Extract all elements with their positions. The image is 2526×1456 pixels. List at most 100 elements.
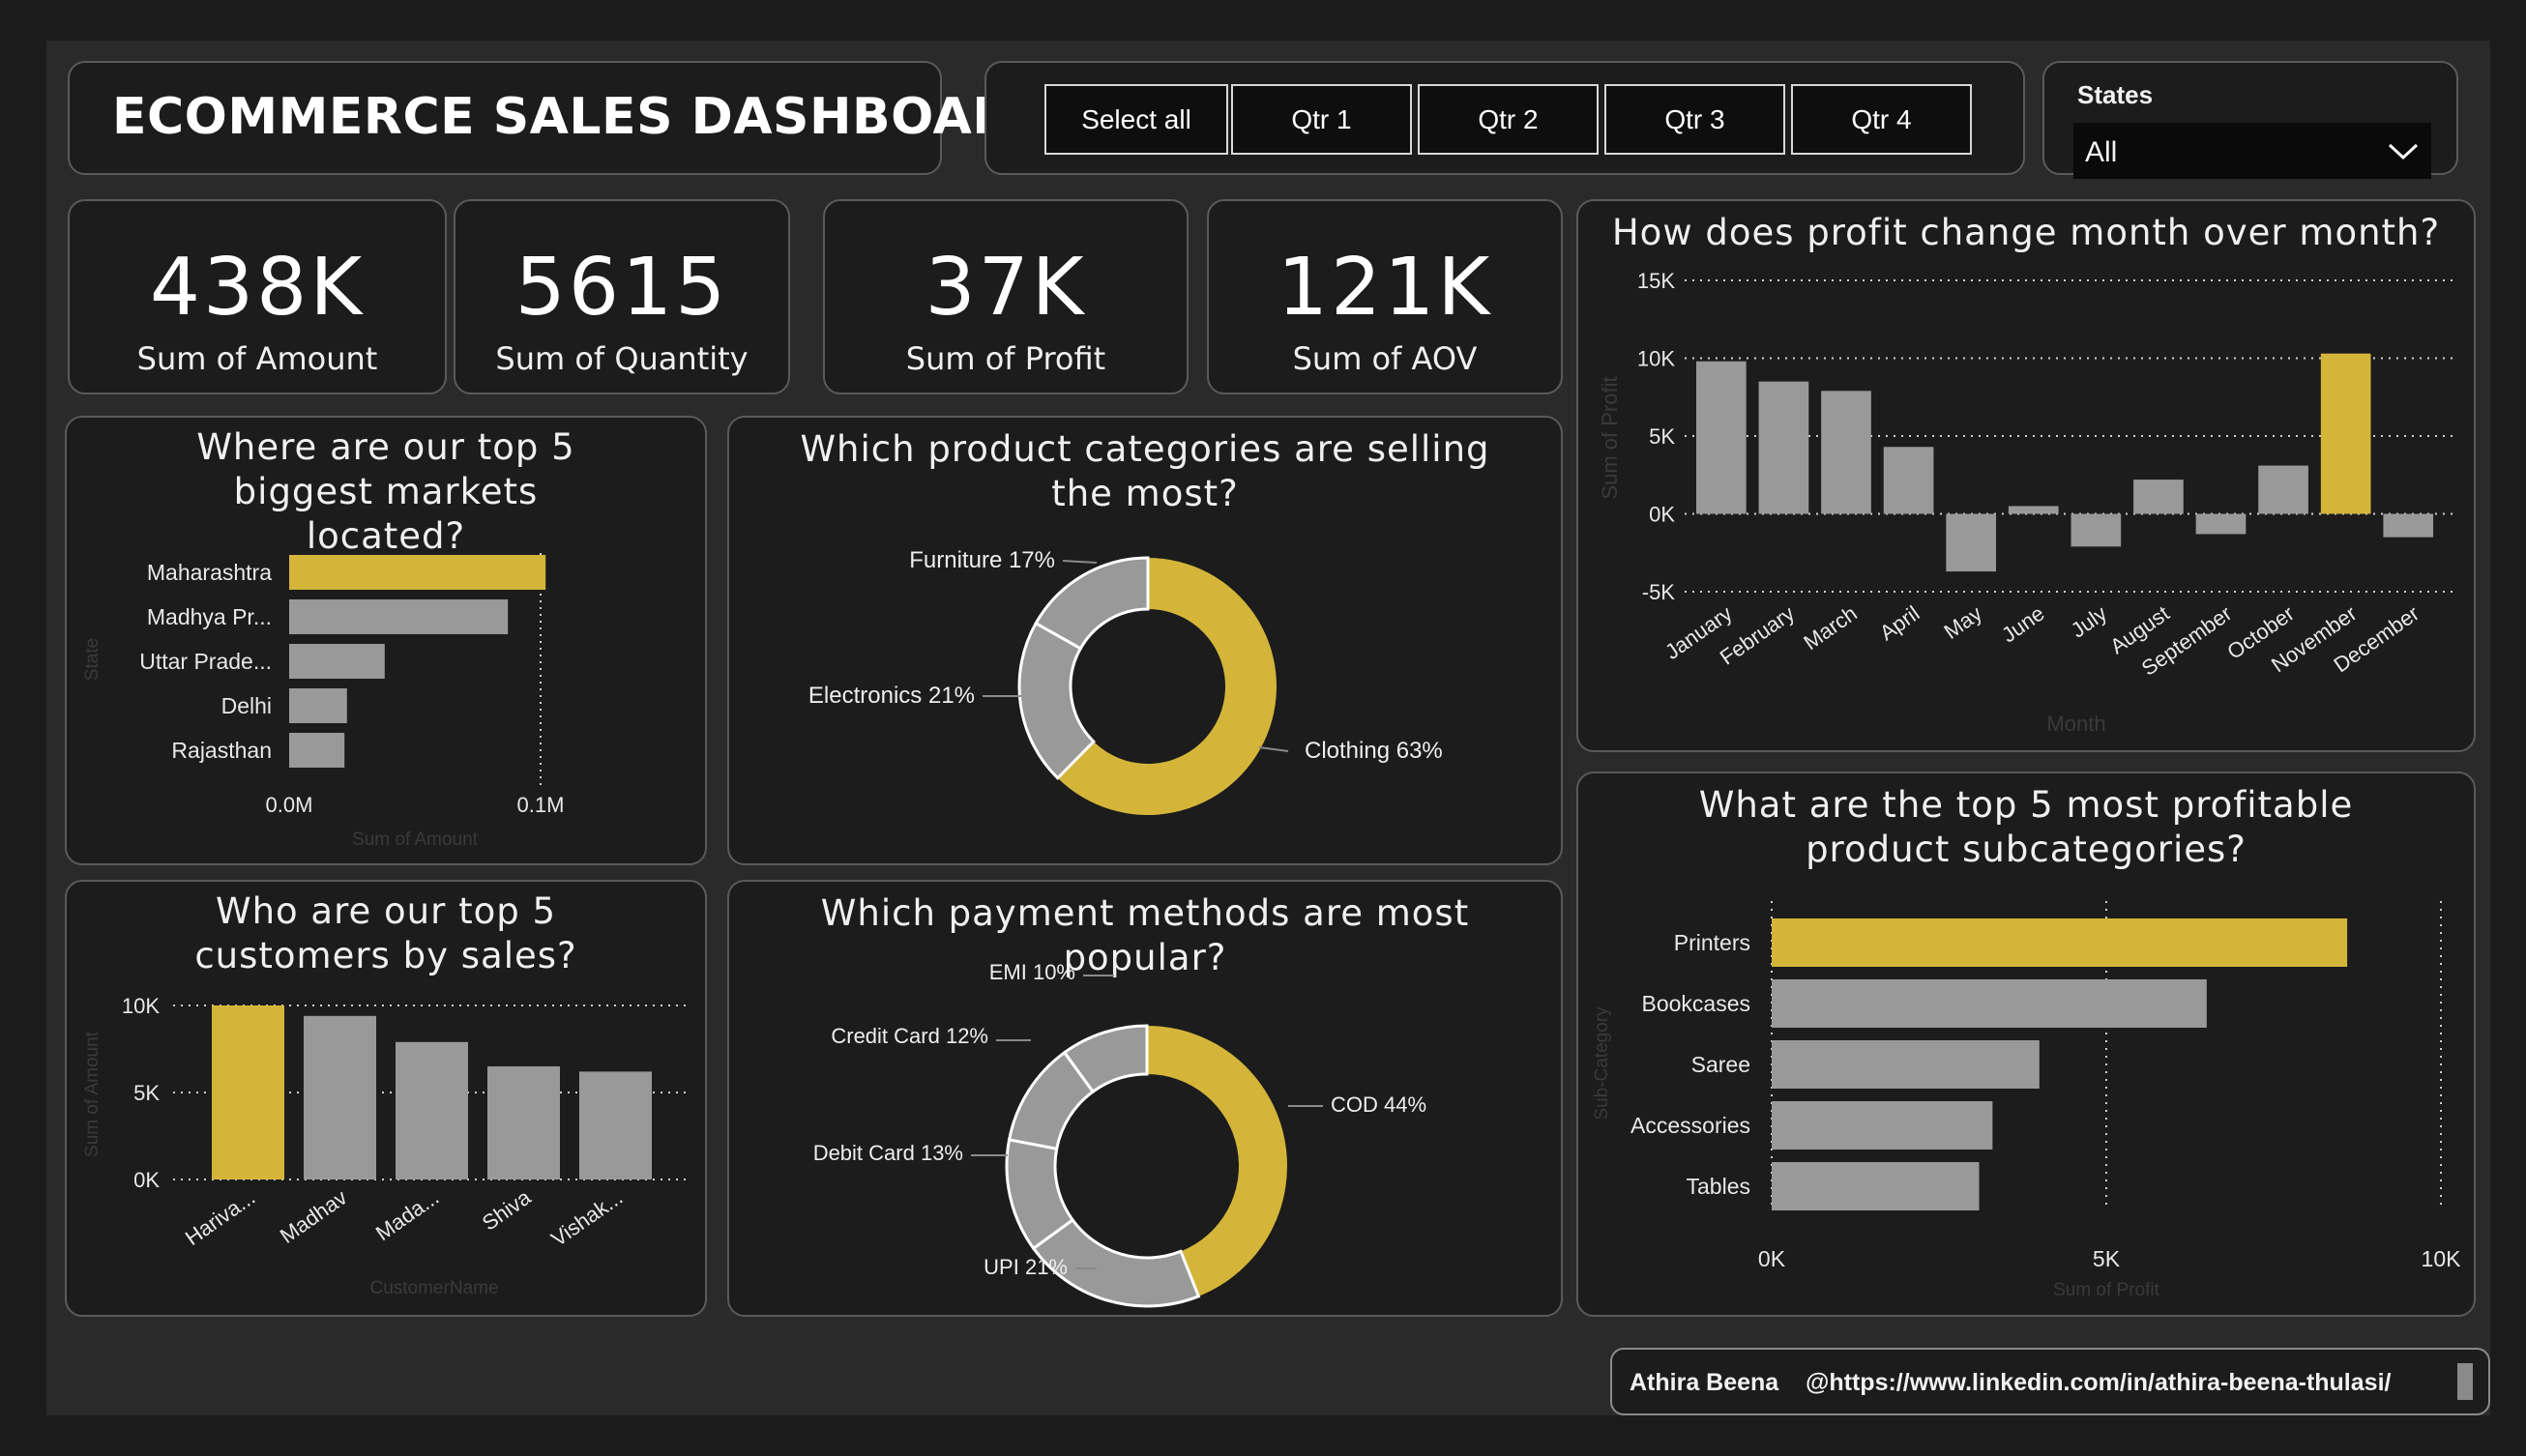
bar (304, 1015, 376, 1179)
kpi-card-aov: 121K Sum of AOV (1207, 199, 1563, 394)
kpi-label: Sum of Quantity (495, 340, 749, 377)
data-label: Furniture 17% (909, 547, 1055, 573)
bar (2133, 480, 2184, 514)
tick-label: 0.1M (517, 793, 565, 817)
customer-label: Madhav (276, 1185, 351, 1248)
scrollbar-thumb[interactable] (2457, 1363, 2473, 1400)
bar (2383, 513, 2434, 538)
tick-label: -5K (1642, 580, 1676, 604)
y-axis-label: State (82, 638, 103, 681)
customers-chart: 0K 5K 10K Hariva... Madhav Mada... Shiva Vishak… (82, 994, 686, 1298)
bar (396, 1041, 468, 1179)
customer-label: Vishak... (546, 1185, 627, 1252)
data-label: EMI 10% (989, 960, 1075, 984)
tick-label: 0K (1649, 503, 1675, 527)
tick-label: 15K (1637, 269, 1675, 293)
payments-donut-chart: COD 44% UPI 21% Debit Card 13% Credit Card … (813, 960, 1426, 1308)
kpi-label: Sum of AOV (1292, 340, 1478, 377)
bar (1772, 1101, 1993, 1150)
bar (1772, 1162, 1980, 1210)
data-label: Debit Card 13% (813, 1141, 963, 1165)
data-label: UPI 21% (984, 1255, 1068, 1279)
kpi-card-quantity: 5615 Sum of Quantity (454, 199, 790, 394)
category-label: Uttar Prade... (139, 649, 272, 674)
category-label: Delhi (221, 693, 272, 718)
subcategories-chart: 0K 5K 10K Printers Bookcases Saree Accessories… (1592, 901, 2461, 1300)
profit-month-chart: -5K0K5K10K15KJanuaryFebruary March April Ma… (1598, 269, 2453, 736)
bar (2008, 506, 2059, 514)
kpi-value: 37K (925, 242, 1087, 334)
category-label: Rajasthan (171, 738, 272, 763)
category-label: Accessories (1630, 1113, 1750, 1138)
month-label: March (1799, 601, 1861, 655)
states-slicer: States All (2042, 61, 2458, 179)
categories-donut-chart: Clothing 63% Electronics 21% Furniture 17% (808, 547, 1443, 815)
bar (1772, 979, 2207, 1028)
tick-label: 0.0M (266, 793, 313, 817)
bar (1772, 918, 2348, 967)
kpi-value: 438K (149, 242, 366, 334)
bar (289, 733, 345, 768)
customer-label: Shiva (478, 1184, 536, 1235)
bar (2320, 353, 2371, 514)
y-axis-label: Sum of Profit (1598, 376, 1622, 499)
customers-chart-card: Who are our top 5 customers by sales? 0K… (65, 880, 707, 1317)
month-label: May (1940, 601, 1986, 644)
chevron-down-icon (2388, 143, 2419, 160)
category-label: Saree (1691, 1052, 1750, 1077)
bar (1758, 381, 1809, 514)
x-axis-label: CustomerName (369, 1278, 498, 1298)
tick-label: 10K (122, 994, 160, 1018)
bar (289, 555, 546, 590)
tick-label: 0K (133, 1168, 160, 1192)
month-label: June (1997, 601, 2048, 648)
bar (212, 1005, 284, 1179)
category-label: Tables (1687, 1174, 1750, 1199)
data-label: COD 44% (1331, 1092, 1426, 1117)
markets-chart-card: Where are our top 5 biggest markets loca… (65, 416, 707, 865)
payments-chart-card: Which payment methods are most popular? … (727, 880, 1563, 1317)
tick-label: 5K (133, 1081, 160, 1105)
tick-label: 5K (1649, 424, 1675, 449)
leader-line (1062, 560, 1098, 564)
bar (1772, 1040, 2040, 1089)
quarter-button-select-all[interactable]: Select all (1044, 84, 1228, 155)
data-label: Credit Card 12% (831, 1024, 988, 1048)
quarter-button-qtr1[interactable]: Qtr 1 (1231, 84, 1412, 155)
leader-line (1258, 746, 1289, 752)
category-label: Printers (1674, 930, 1750, 955)
bar (2195, 513, 2247, 535)
tick-label: 0K (1758, 1246, 1786, 1271)
profit-month-chart-card: How does profit change month over month?… (1576, 199, 2476, 752)
kpi-card-profit: 37K Sum of Profit (823, 199, 1189, 394)
kpi-label: Sum of Amount (136, 340, 378, 377)
states-dropdown[interactable]: All (2073, 123, 2431, 179)
quarter-button-qtr4[interactable]: Qtr 4 (1791, 84, 1972, 155)
bar (1883, 447, 1934, 514)
states-selected-value: All (2085, 136, 2118, 168)
kpi-label: Sum of Profit (905, 340, 1106, 377)
bar (1821, 391, 1871, 514)
kpi-value: 121K (1277, 242, 1493, 334)
bar (1696, 361, 1747, 514)
markets-chart: Maharashtra Madhya Pr... Uttar Prade... Del… (82, 553, 565, 850)
quarter-button-qtr3[interactable]: Qtr 3 (1604, 84, 1785, 155)
bar (289, 688, 347, 723)
dashboard-title: ECOMMERCE SALES DASHBOARD (112, 88, 1054, 146)
bar (2071, 513, 2122, 547)
x-axis-label: Month (2046, 712, 2105, 736)
bar (487, 1066, 560, 1179)
categories-chart-card: Which product categories are selling the… (727, 416, 1563, 865)
bar (579, 1071, 652, 1179)
bar (1946, 513, 1996, 572)
bar (289, 644, 385, 679)
linkedin-link[interactable]: @https://www.linkedin.com/in/athira-been… (1806, 1369, 2391, 1397)
subcategories-chart-card: What are the top 5 most profitable produ… (1576, 772, 2476, 1317)
bar (289, 599, 509, 634)
bar (2258, 465, 2308, 514)
y-axis-label: Sum of Amount (82, 1031, 103, 1157)
footer-credit: Athira Beena @https://www.linkedin.com/i… (1610, 1348, 2490, 1415)
kpi-value: 5615 (514, 242, 729, 334)
author-name: Athira Beena (1630, 1369, 1779, 1396)
quarter-button-qtr2[interactable]: Qtr 2 (1418, 84, 1599, 155)
